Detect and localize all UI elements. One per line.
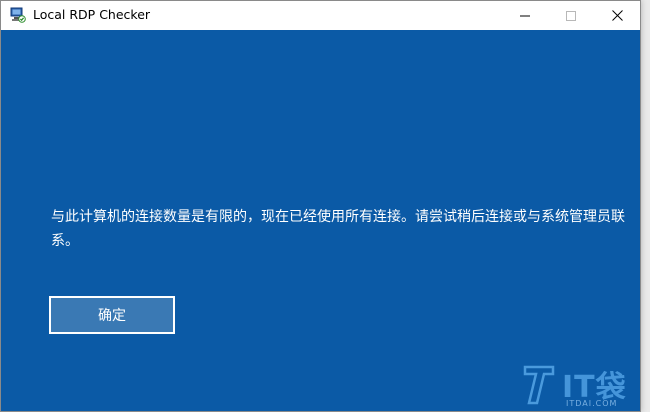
minimize-icon (520, 15, 530, 16)
minimize-button[interactable] (502, 1, 548, 30)
maximize-button[interactable] (548, 1, 594, 30)
close-button[interactable] (594, 1, 640, 30)
window-title: Local RDP Checker (33, 7, 151, 22)
ok-button[interactable]: 确定 (49, 296, 175, 334)
dialog-content: 与此计算机的连接数量是有限的，现在已经使用所有连接。请尝试稍后连接或与系统管理员… (1, 30, 640, 411)
maximize-icon (566, 10, 576, 21)
title-bar[interactable]: Local RDP Checker (1, 1, 640, 30)
connection-limit-message: 与此计算机的连接数量是有限的，现在已经使用所有连接。请尝试稍后连接或与系统管理员… (51, 209, 625, 249)
rdp-checker-window: Local RDP Checker 与此计算机的连接数量是有限的，现在已经使用所… (0, 0, 641, 412)
watermark-logo-icon (523, 365, 555, 405)
watermark: IT袋 ITDAI.COM (522, 361, 642, 409)
rdp-computer-icon (10, 7, 26, 23)
watermark-url: ITDAI.COM (566, 399, 618, 408)
ok-button-label: 确定 (98, 308, 126, 324)
close-icon (611, 10, 623, 21)
